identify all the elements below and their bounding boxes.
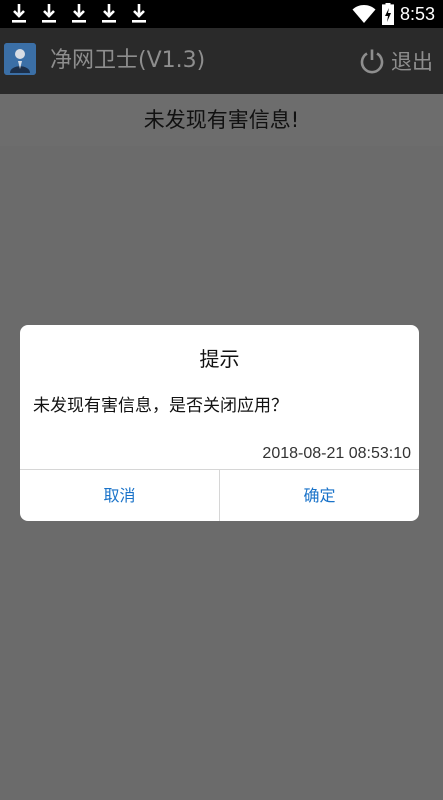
download-icon	[102, 4, 116, 23]
app-bar: 净网卫士(V1.3) 退出	[0, 28, 443, 94]
dialog-timestamp: 2018-08-21 08:53:10	[262, 445, 411, 462]
download-icon	[12, 4, 26, 23]
confirm-button[interactable]: 确定	[220, 470, 419, 521]
wifi-icon	[352, 5, 376, 23]
status-bar: 8:53	[0, 0, 443, 28]
download-icon	[132, 4, 146, 23]
app-logo-icon	[4, 43, 36, 75]
cancel-button[interactable]: 取消	[20, 470, 219, 521]
status-indicators: 8:53	[352, 0, 435, 28]
app-title: 净网卫士(V1.3)	[50, 48, 206, 73]
exit-label: 退出	[391, 50, 433, 74]
exit-button[interactable]: 退出	[359, 28, 433, 94]
status-time: 8:53	[399, 3, 435, 24]
dialog-message: 未发现有害信息，是否关闭应用？	[33, 396, 288, 416]
scan-result-text: 未发现有害信息!	[0, 94, 443, 146]
power-icon	[360, 49, 384, 74]
dialog-title: 提示	[199, 347, 240, 371]
battery-charging-icon	[381, 3, 394, 25]
download-icon	[42, 4, 56, 23]
notification-icons	[10, 3, 148, 25]
confirm-dialog: 提示 未发现有害信息，是否关闭应用？ 2018-08-21 08:53:10 取…	[20, 325, 419, 521]
download-icon	[72, 4, 86, 23]
